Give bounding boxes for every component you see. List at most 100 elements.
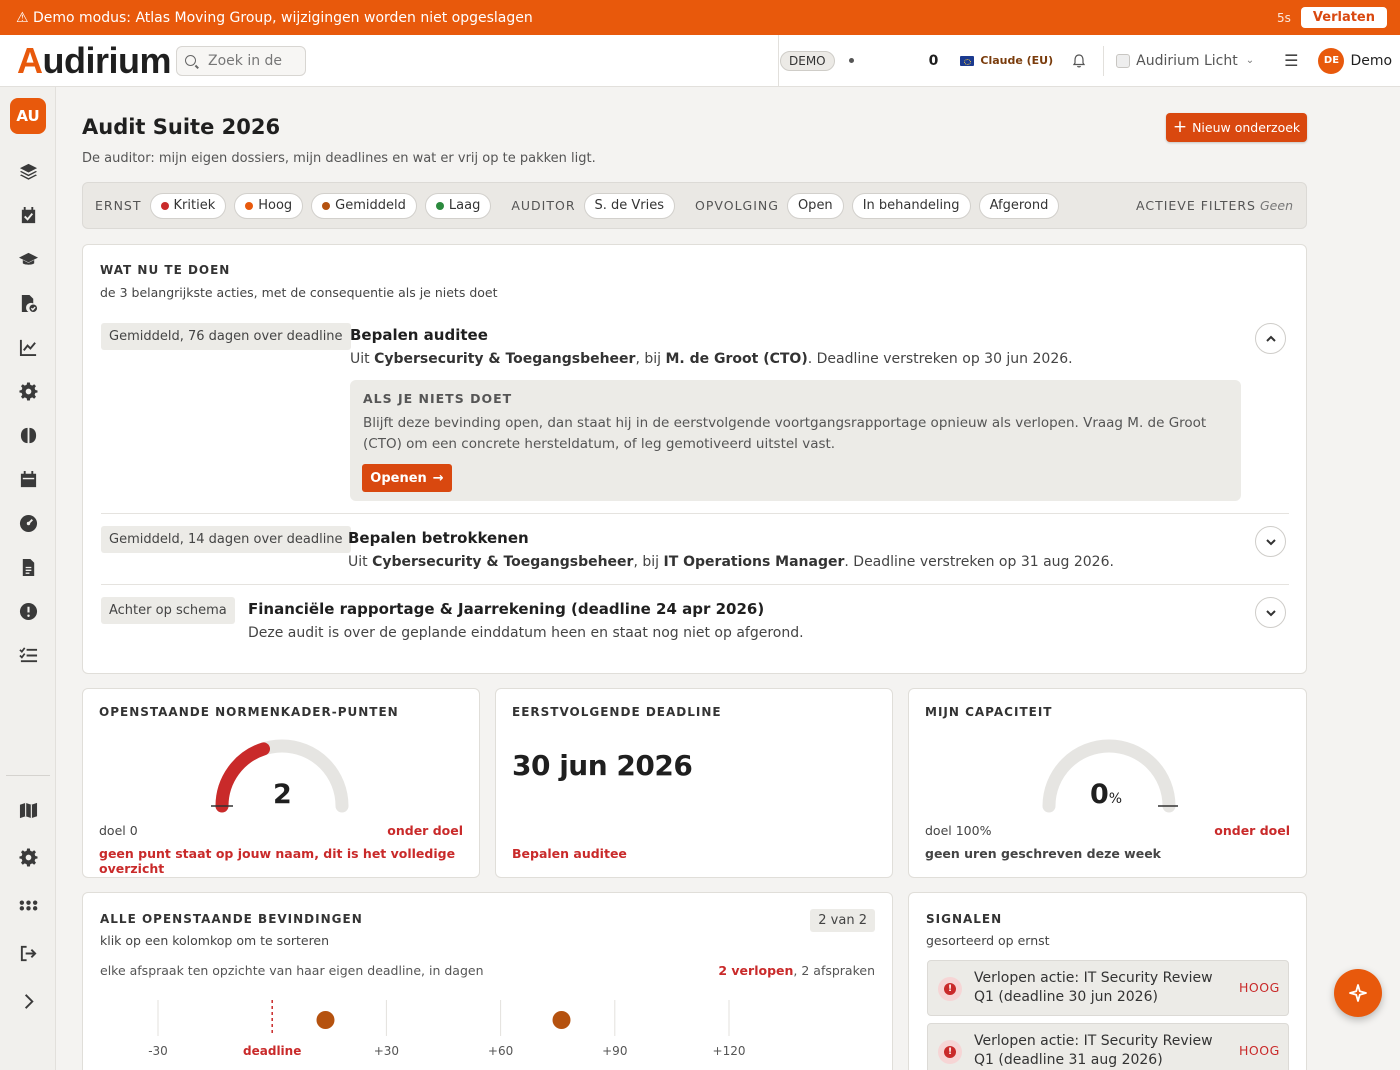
severity-dot (322, 201, 331, 210)
filter-chip-afgerond[interactable]: Afgerond (978, 192, 1060, 219)
norms-heading: OPENSTAANDE NORMENKADER-PUNTEN (99, 705, 399, 719)
expand-button[interactable] (1255, 526, 1286, 557)
x-tick-label: +30 (374, 1044, 399, 1058)
todo-item[interactable]: Gemiddeld, 14 dagen over deadline Bepale… (101, 526, 1289, 576)
workspace-badge[interactable]: AU (10, 98, 46, 134)
signal-text: Verlopen actie: IT Security Review Q1 (d… (974, 970, 1213, 1005)
user-menu[interactable]: DE Demo (1318, 47, 1392, 74)
signal-item[interactable]: ! Verlopen actie: IT Security Review Q1 … (927, 1023, 1289, 1070)
followup-filter-label: OPVOLGING (695, 198, 779, 213)
severity-dot (435, 201, 444, 210)
filter-chip-kritiek[interactable]: Kritiek (149, 192, 227, 219)
document-icon[interactable] (18, 557, 38, 577)
filter-chip-open[interactable]: Open (786, 192, 844, 219)
status-dot (848, 58, 854, 63)
file-check-icon[interactable] (18, 293, 38, 313)
alert-circle-icon[interactable] (18, 601, 38, 621)
chevron-down-icon (1265, 609, 1276, 616)
signal-item[interactable]: ! Verlopen actie: IT Security Review Q1 … (927, 960, 1289, 1016)
signals-card: SIGNALEN gesorteerd op ernst ! Verlopen … (908, 892, 1307, 1070)
graduation-cap-icon[interactable] (18, 249, 38, 269)
chevron-down-icon (1265, 538, 1276, 545)
findings-subheading: klik op een kolomkop om te sorteren (100, 933, 330, 948)
x-tick-label: +120 (713, 1044, 746, 1058)
severity-filter-label: ERNST (95, 198, 142, 213)
calendar-icon[interactable] (18, 469, 38, 489)
search-icon (185, 55, 196, 66)
x-tick-label: -30 (148, 1044, 168, 1058)
todo-title: Bepalen betrokkenen (348, 529, 529, 547)
filter-chip-hoog[interactable]: Hoog (234, 192, 304, 219)
deadline-value: 30 jun 2026 (512, 749, 693, 782)
menu-icon[interactable]: ☰ (1284, 51, 1298, 70)
audirium-logo[interactable]: Audirium (0, 42, 171, 79)
consequence-heading: ALS JE NIETS DOET (363, 391, 513, 406)
top-bar: Audirium Zoek in de DEMO 0 Claude (EU) A… (0, 34, 1400, 87)
capacity-metric-card[interactable]: MIJN CAPACITEIT 0% doel 100% onder doel … (908, 688, 1307, 878)
finding-point[interactable] (552, 1011, 571, 1029)
chevron-right-icon[interactable] (18, 991, 38, 1011)
norms-status: onder doel (387, 823, 463, 838)
chevron-up-icon (1265, 335, 1276, 342)
todo-description: Uit Cybersecurity & Toegangsbeheer, bij … (348, 554, 1114, 570)
collapse-button[interactable] (1255, 323, 1286, 354)
brain-icon[interactable] (18, 425, 38, 445)
sign-out-icon[interactable] (18, 943, 38, 963)
todo-card: WAT NU TE DOEN de 3 belangrijkste acties… (82, 244, 1307, 674)
alert-icon: ! (938, 1040, 962, 1064)
demo-badge: DEMO (780, 50, 835, 71)
bell-icon[interactable] (1071, 53, 1087, 69)
row-divider (101, 584, 1289, 585)
assistant-sparkle-button[interactable] (1334, 969, 1382, 1017)
demo-banner: ⚠ Demo modus: Atlas Moving Group, wijzig… (0, 0, 1400, 35)
map-icon[interactable] (18, 800, 38, 820)
new-investigation-button[interactable]: + Nieuw onderzoek (1166, 113, 1307, 142)
todo-item[interactable]: Achter op schema Financiële rapportage &… (101, 597, 1289, 647)
filter-chip-laag[interactable]: Laag (424, 192, 492, 219)
leave-demo-button[interactable]: Verlaten (1300, 7, 1387, 28)
search-placeholder: Zoek in de (208, 52, 283, 69)
sidebar-divider (6, 775, 50, 776)
active-filters: ACTIEVE FILTERS Geen (1136, 198, 1293, 213)
model-selector[interactable]: Claude (EU) (960, 54, 1053, 67)
severity-dot (160, 201, 169, 210)
auditor-filter-label: AUDITOR (511, 198, 576, 213)
page-subtitle: De auditor: mijn eigen dossiers, mijn de… (82, 151, 596, 166)
x-tick-label: +60 (488, 1044, 513, 1058)
row-divider (101, 513, 1289, 514)
theme-selector[interactable]: Audirium Licht ⌄ (1103, 45, 1255, 76)
filter-chip-auditor[interactable]: S. de Vries (583, 192, 676, 219)
search-input[interactable]: Zoek in de (176, 45, 306, 76)
todo-description: Deze audit is over de geplande einddatum… (248, 625, 804, 641)
expand-button[interactable] (1255, 597, 1286, 628)
grid-dots-icon[interactable] (18, 895, 38, 915)
findings-count-badge: 2 van 2 (810, 909, 875, 932)
deadline-metric-card[interactable]: EERSTVOLGENDE DEADLINE 30 jun 2026 Bepal… (495, 688, 893, 878)
chevron-down-icon: ⌄ (1245, 55, 1255, 66)
gear-icon[interactable] (18, 381, 38, 401)
filter-chip-in-behandeling[interactable]: In behandeling (851, 192, 971, 219)
filter-chip-gemiddeld[interactable]: Gemiddeld (311, 192, 417, 219)
list-check-icon[interactable] (18, 645, 38, 665)
deadline-heading: EERSTVOLGENDE DEADLINE (512, 705, 722, 719)
open-button[interactable]: Openen → (362, 464, 452, 492)
eu-flag-icon (960, 55, 975, 66)
todo-subheading: de 3 belangrijkste acties, met de conseq… (100, 285, 498, 300)
findings-card: ALLE OPENSTAANDE BEVINDINGEN klik op een… (82, 892, 893, 1070)
capacity-status: onder doel (1214, 823, 1290, 838)
calendar-check-icon[interactable] (18, 205, 38, 225)
todo-heading: WAT NU TE DOEN (100, 263, 231, 277)
severity-dot (245, 201, 254, 210)
layers-icon[interactable] (18, 161, 38, 181)
norms-goal: doel 0 (99, 823, 138, 838)
demo-banner-message: ⚠ Demo modus: Atlas Moving Group, wijzig… (16, 9, 533, 26)
finding-point[interactable] (316, 1011, 335, 1029)
capacity-heading: MIJN CAPACITEIT (925, 705, 1053, 719)
settings-icon[interactable] (18, 847, 38, 867)
chart-line-icon[interactable] (18, 337, 38, 357)
x-tick-label: +90 (602, 1044, 627, 1058)
gauge-icon[interactable] (18, 513, 38, 533)
norms-metric-card[interactable]: OPENSTAANDE NORMENKADER-PUNTEN 2 doel 0 … (82, 688, 480, 878)
theme-swatch (1116, 53, 1131, 68)
page-title: Audit Suite 2026 (82, 115, 281, 139)
